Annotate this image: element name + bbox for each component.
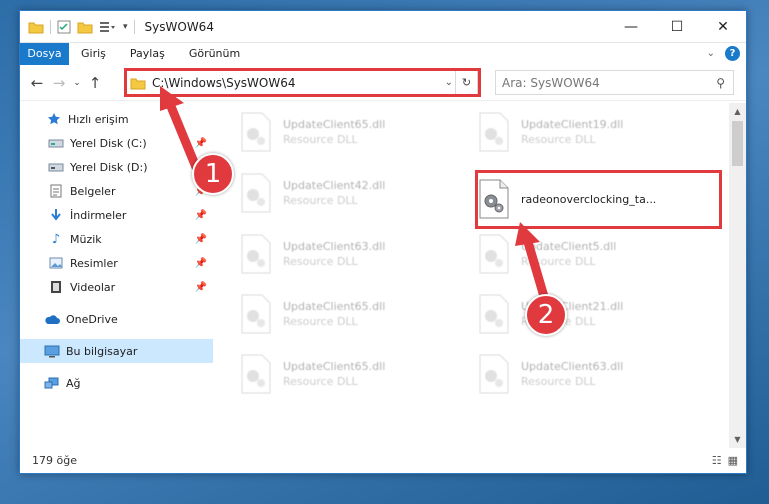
annotation-arrows <box>160 86 550 305</box>
step-badge-1: 1 <box>192 153 234 195</box>
arrow-1 <box>165 99 203 177</box>
arrow-2-head <box>515 222 540 246</box>
arrow-2 <box>523 237 550 305</box>
step-badge-2: 2 <box>525 294 567 336</box>
